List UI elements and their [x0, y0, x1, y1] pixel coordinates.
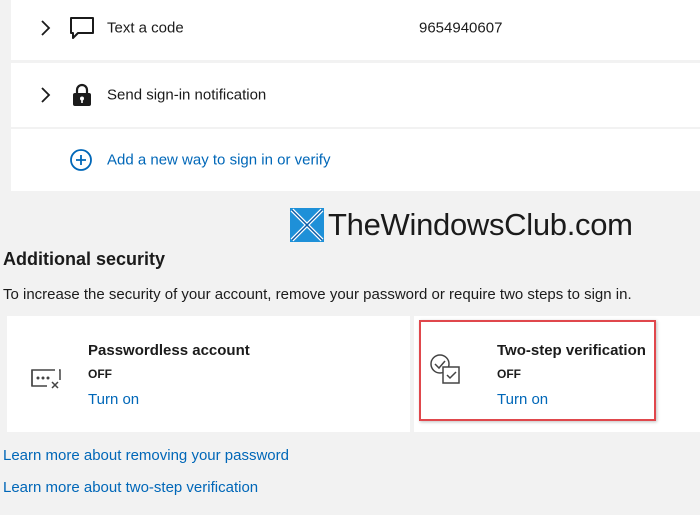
method-row-notification[interactable]: Send sign-in notification	[11, 63, 700, 127]
chat-bubble-icon	[70, 16, 94, 39]
add-method-link[interactable]: Add a new way to sign in or verify	[107, 152, 330, 169]
option-status: OFF	[88, 367, 112, 381]
section-title: Additional security	[3, 249, 166, 269]
method-row-text-code[interactable]: Text a code 9654940607	[11, 0, 700, 60]
watermark: TheWindowsClub.com	[290, 205, 633, 245]
chevron-right-icon[interactable]	[39, 87, 53, 103]
password-field-icon	[31, 369, 61, 389]
passwordless-card: Passwordless account OFF Turn on	[7, 316, 410, 432]
method-label: Send sign-in notification	[107, 86, 267, 104]
watermark-text: TheWindowsClub.com	[328, 207, 633, 242]
learn-passwordless-link[interactable]: Learn more about removing your password	[3, 447, 289, 464]
phone-number: 9654940607	[419, 19, 503, 36]
lock-icon	[73, 83, 91, 106]
turn-on-passwordless-link[interactable]: Turn on	[88, 391, 139, 408]
learn-two-step-link[interactable]: Learn more about two-step verification	[3, 479, 258, 496]
plus-circle-icon[interactable]	[69, 148, 93, 172]
add-method-row[interactable]: Add a new way to sign in or verify	[11, 129, 700, 191]
windows-logo-icon	[290, 208, 324, 242]
option-title: Passwordless account	[88, 342, 250, 359]
chevron-right-icon[interactable]	[39, 19, 53, 36]
highlight-box	[419, 320, 656, 421]
method-label: Text a code	[107, 19, 184, 36]
section-description: To increase the security of your account…	[3, 286, 632, 303]
